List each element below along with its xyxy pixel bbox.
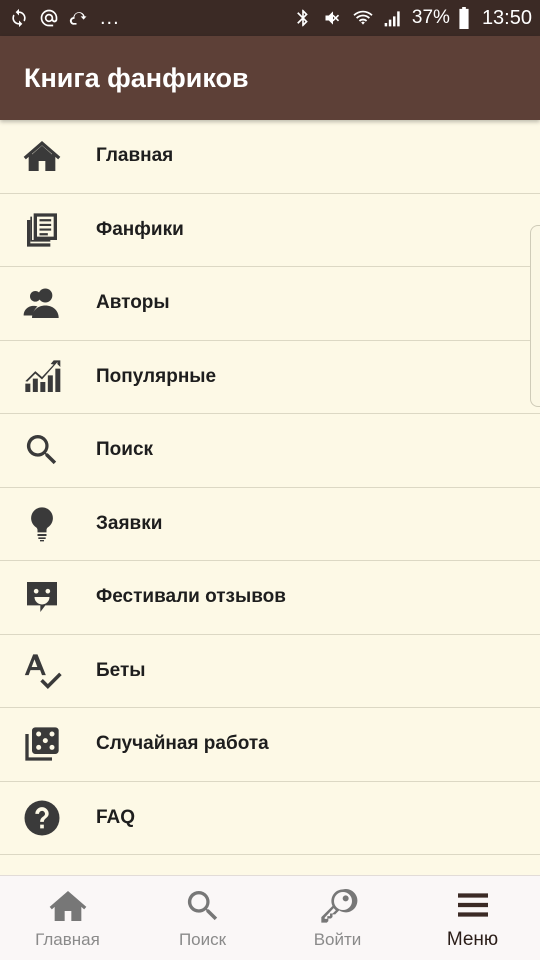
trending-chart-icon [0,341,96,414]
nav-home-label: Главная [35,930,100,949]
battery-icon [458,7,470,29]
menu-item-betas[interactable]: Беты [0,635,540,708]
menu-item-partial[interactable] [0,855,540,875]
status-bar: ... 37% 13:50 [0,0,540,36]
menu-item-review-festivals[interactable]: Фестивали отзывов [0,561,540,635]
nav-menu-label: Меню [446,929,499,950]
menu-item-popular[interactable]: Популярные [0,341,540,414]
menu-item-random-work[interactable]: Случайная работа [0,708,540,782]
help-circle-icon [0,782,96,855]
app-bar: Книга фанфиков [0,36,540,120]
nav-search-button[interactable]: Поиск [135,876,270,960]
menu-item-home[interactable]: Главная [0,120,540,194]
menu-item-label: FAQ [96,806,136,828]
nav-login-label: Войти [313,930,362,949]
page-title: Книга фанфиков [24,62,249,93]
dice-icon [0,708,96,781]
battery-percent: 37% [411,7,450,28]
nav-home-button[interactable]: Главная [0,876,135,960]
search-icon [0,414,96,487]
lightbulb-icon [0,488,96,561]
users-icon [0,267,96,340]
spellcheck-icon [0,635,96,708]
wifi-icon [352,7,374,29]
menu-item-label: Авторы [96,292,170,314]
menu-item-label: Фестивали отзывов [96,586,286,608]
documents-icon [0,194,96,267]
clock: 13:50 [481,6,532,29]
nav-search-label: Поиск [178,930,227,949]
comment-smile-icon [0,561,96,634]
mute-icon [322,7,344,29]
menu-item-label: Заявки [96,512,163,534]
menu-icon [457,893,488,917]
scroll-indicator[interactable] [530,225,540,407]
more-notifications: ... [100,6,120,29]
main-menu: Главная Фанфики Авторы Популярные Поиск … [0,120,540,875]
at-sign-icon [38,7,60,29]
status-bar-notifications: ... [8,7,120,30]
menu-item-fanfics[interactable]: Фанфики [0,194,540,267]
search-icon [187,891,217,921]
menu-item-label: Фанфики [96,218,184,240]
menu-item-search[interactable]: Поиск [0,414,540,488]
menu-item-faq[interactable]: FAQ [0,782,540,855]
nav-menu-button[interactable]: Меню [405,876,540,960]
home-icon [0,120,96,193]
signal-icon [382,7,404,29]
menu-item-authors[interactable]: Авторы [0,267,540,341]
bluetooth-icon [292,7,314,29]
bottom-navigation: Главная Поиск Войти Меню [0,875,540,960]
key-icon [320,889,357,923]
menu-item-label: Главная [96,145,174,167]
status-bar-system: 37% 13:50 [292,7,532,30]
home-icon [49,891,86,921]
menu-item-label: Случайная работа [96,733,269,755]
nav-login-button[interactable]: Войти [270,876,405,960]
menu-item-label: Популярные [96,365,217,387]
cloud-sync-icon [68,7,90,29]
sync-icon [8,7,30,29]
menu-item-label: Поиск [96,439,154,461]
menu-item-requests[interactable]: Заявки [0,488,540,561]
menu-item-label: Беты [96,659,146,681]
